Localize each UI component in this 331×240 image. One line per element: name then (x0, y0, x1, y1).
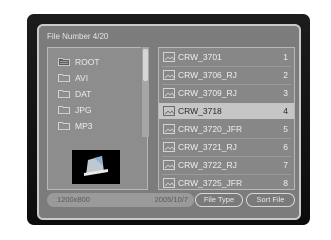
image-file-icon (163, 88, 175, 98)
file-row-4-selected[interactable]: CRW_3718 4 (159, 103, 294, 119)
file-number-title: File Number 4/20 (47, 32, 109, 41)
file-browser-dialog: File Number 4/20 ROOT AVI DAT JPG MP3 CR… (37, 24, 301, 220)
file-number: 1 (283, 52, 288, 62)
folder-icon (58, 105, 70, 114)
file-row-3[interactable]: CRW_3709_RJ 3 (159, 85, 294, 101)
file-number: 4 (283, 106, 288, 116)
image-preview-thumbnail (72, 150, 120, 184)
folder-icon (58, 73, 70, 82)
image-file-icon (163, 142, 175, 152)
folder-scrollbar[interactable] (141, 47, 149, 137)
file-row-7[interactable]: CRW_3722_RJ 7 (159, 157, 294, 173)
folder-label: JPG (75, 104, 92, 115)
file-number: 6 (283, 142, 288, 152)
image-file-icon (163, 52, 175, 62)
file-number: 8 (283, 178, 288, 188)
root-folder-icon (58, 57, 70, 66)
file-number: 2 (283, 70, 288, 80)
file-name: CRW_3721_RJ (178, 142, 237, 152)
folder-item-mp3[interactable]: MP3 (58, 118, 92, 133)
file-number: 7 (283, 160, 288, 170)
image-file-icon (163, 160, 175, 170)
file-list: CRW_3701 1 CRW_3706_RJ 2 CRW_3709_RJ 3 C… (158, 47, 295, 190)
folder-icon (58, 121, 70, 130)
folder-label: ROOT (75, 56, 100, 67)
image-file-icon (163, 106, 175, 116)
file-name: CRW_3725_JFR (178, 178, 243, 188)
file-name: CRW_3701 (178, 52, 222, 62)
image-date: 2005/10/7 (154, 195, 188, 204)
file-name: CRW_3720_JFR (178, 124, 243, 134)
file-row-5[interactable]: CRW_3720_JFR 5 (159, 121, 294, 137)
file-number: 3 (283, 88, 288, 98)
file-type-button[interactable]: File Type (195, 193, 243, 207)
file-name: CRW_3706_RJ (178, 70, 237, 80)
image-resolution: 1200x800 (57, 195, 90, 204)
image-file-icon (163, 124, 175, 134)
image-file-icon (163, 178, 175, 188)
folder-item-avi[interactable]: AVI (58, 70, 88, 85)
file-name: CRW_3722_RJ (178, 160, 237, 170)
file-row-6[interactable]: CRW_3721_RJ 6 (159, 139, 294, 155)
status-bar: 1200x800 2005/10/7 (47, 193, 194, 207)
file-row-2[interactable]: CRW_3706_RJ 2 (159, 67, 294, 83)
folder-label: MP3 (75, 120, 93, 131)
folder-item-root[interactable]: ROOT (58, 54, 100, 69)
file-number: 5 (283, 124, 288, 134)
folder-item-jpg[interactable]: JPG (58, 102, 92, 117)
file-row-8[interactable]: CRW_3725_JFR 8 (159, 175, 294, 191)
file-name: CRW_3718 (178, 106, 222, 116)
folder-label: AVI (75, 72, 89, 83)
image-file-icon (163, 70, 175, 80)
folder-label: DAT (75, 88, 92, 99)
sort-file-button[interactable]: Sort File (246, 193, 295, 207)
folder-item-dat[interactable]: DAT (58, 86, 91, 101)
file-row-1[interactable]: CRW_3701 1 (159, 49, 294, 65)
folder-icon (58, 89, 70, 98)
file-name: CRW_3709_RJ (178, 88, 237, 98)
folder-scrollbar-thumb[interactable] (143, 49, 148, 81)
